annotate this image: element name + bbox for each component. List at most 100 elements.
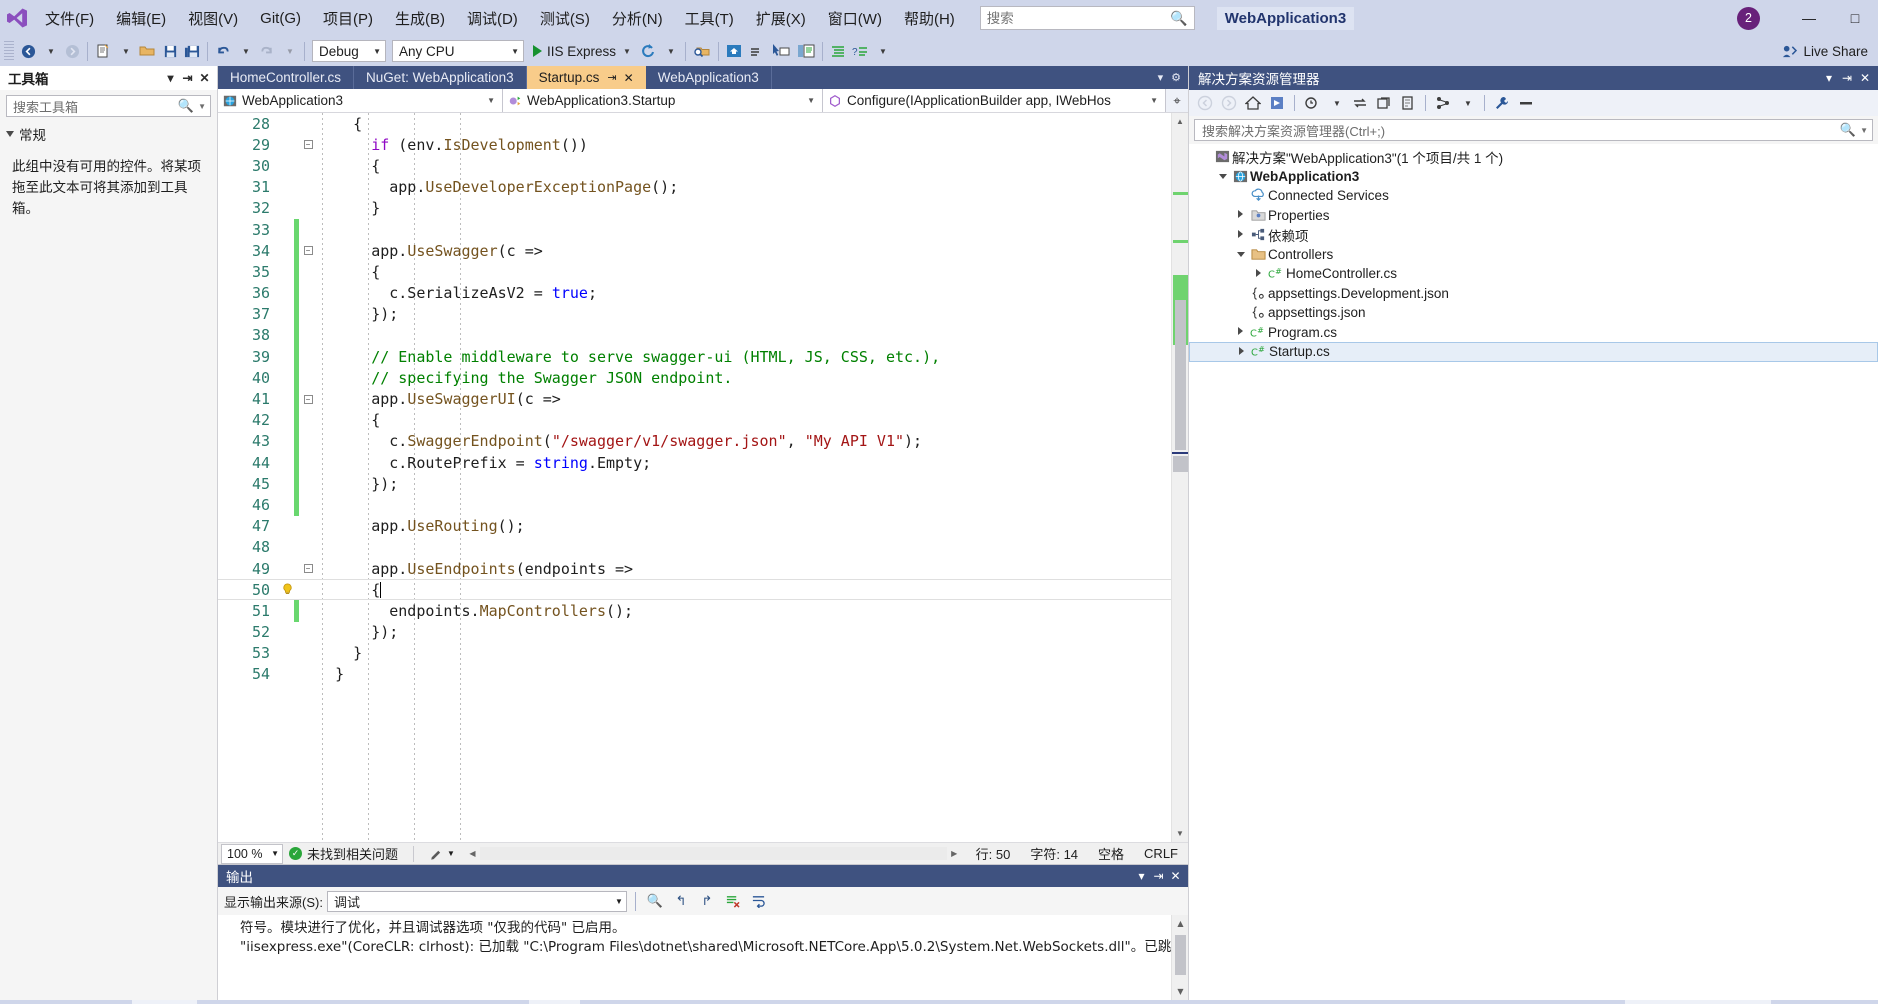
indent-list-icon[interactable] [827, 39, 849, 63]
code-line[interactable]: 38 [218, 324, 1171, 347]
code-text[interactable]: { [317, 115, 362, 133]
editor-tab-webapplication3[interactable]: WebApplication3 [645, 66, 772, 89]
fold-toggle-icon[interactable]: − [299, 394, 317, 404]
toolbox-dropdown-icon[interactable]: ▾ [162, 71, 179, 85]
code-text[interactable]: { [317, 411, 380, 429]
menu-git[interactable]: Git(G) [249, 7, 312, 30]
chevron-collapsed-icon[interactable] [1233, 210, 1248, 220]
se-collapse-all-icon[interactable] [1373, 92, 1395, 114]
scroll-right-icon[interactable]: ▶ [947, 849, 962, 858]
output-prev-icon[interactable]: ↰ [670, 890, 692, 912]
solution-explorer-close-icon[interactable]: ✕ [1856, 71, 1874, 85]
lightbulb-icon[interactable] [280, 583, 294, 597]
code-text[interactable]: // Enable middleware to serve swagger-ui… [317, 348, 940, 366]
code-text[interactable]: }); [317, 475, 398, 493]
code-text[interactable]: if (env.IsDevelopment()) [317, 136, 588, 154]
navigate-back-icon[interactable] [17, 39, 39, 63]
output-source-combo[interactable]: 调试 ▼ [326, 890, 627, 912]
code-text[interactable]: app.UseEndpoints(endpoints => [317, 560, 633, 578]
hot-reload-dropdown-icon[interactable]: ▼ [659, 39, 681, 63]
output-dropdown-icon[interactable]: ▾ [1133, 869, 1150, 883]
new-item-icon[interactable] [92, 39, 114, 63]
se-view-switch-icon[interactable] [1432, 92, 1454, 114]
layout-window-icon[interactable] [794, 39, 818, 63]
output-wordwrap-icon[interactable] [748, 890, 770, 912]
chevron-collapsed-icon[interactable] [1234, 346, 1249, 357]
se-sync-icon[interactable] [1349, 92, 1371, 114]
scroll-up-icon[interactable]: ▲ [1172, 915, 1188, 932]
bottom-tab-github[interactable]: GitHub [1508, 1000, 1574, 1004]
code-text[interactable]: app.UseRouting(); [317, 517, 525, 535]
scrollbar-track[interactable] [1171, 130, 1188, 825]
se-view-dropdown-icon[interactable]: ▼ [1456, 92, 1478, 114]
code-text[interactable]: app.UseSwagger(c => [317, 242, 543, 260]
solution-tree-item[interactable]: WebApplication3 [1189, 167, 1878, 187]
toolbar-grip[interactable] [4, 41, 14, 61]
code-text[interactable]: app.UseDeveloperExceptionPage(); [317, 178, 678, 196]
menu-file[interactable]: 文件(F) [34, 5, 105, 32]
save-all-icon[interactable] [181, 39, 203, 63]
code-line[interactable]: 53 } [218, 643, 1171, 664]
menu-extensions[interactable]: 扩展(X) [745, 5, 817, 32]
code-text[interactable]: } [317, 199, 380, 217]
search-input[interactable] [986, 10, 1171, 26]
menu-bar[interactable]: 文件(F) 编辑(E) 视图(V) Git(G) 项目(P) 生成(B) 调试(… [34, 0, 966, 36]
code-line[interactable]: 37 }); [218, 303, 1171, 325]
chevron-expanded-icon[interactable] [1215, 171, 1230, 181]
menu-window[interactable]: 窗口(W) [817, 5, 893, 32]
save-icon[interactable] [159, 39, 181, 63]
code-text[interactable]: c.RoutePrefix = string.Empty; [317, 454, 651, 472]
bottom-tab-toolbox[interactable]: 工具箱 [132, 1000, 197, 1004]
code-line[interactable]: 34 − app.UseSwagger(c => [218, 240, 1171, 262]
code-line[interactable]: 45 }); [218, 473, 1171, 495]
solution-tree-item[interactable]: 依赖项 [1189, 225, 1878, 245]
chevron-down-icon[interactable]: ▼ [1856, 126, 1868, 135]
se-pending-icon[interactable] [1301, 92, 1323, 114]
bottom-tab-properties[interactable]: 属性 [1574, 1000, 1625, 1004]
live-share-button[interactable]: Live Share [1782, 44, 1868, 59]
tabstrip-settings-icon[interactable]: ⚙ [1171, 71, 1181, 84]
open-file-icon[interactable] [136, 39, 159, 63]
code-text[interactable]: }); [317, 305, 398, 323]
undo-icon[interactable] [212, 39, 234, 63]
toolbox-close-icon[interactable]: ✕ [196, 71, 213, 85]
redo-dropdown-icon[interactable]: ▼ [278, 39, 300, 63]
code-line[interactable]: 47 app.UseRouting(); [218, 516, 1171, 537]
code-line[interactable]: 44 c.RoutePrefix = string.Empty; [218, 452, 1171, 474]
code-text[interactable]: { [317, 581, 382, 599]
solution-platform-combo[interactable]: Any CPU ▼ [392, 40, 524, 62]
start-debug-button[interactable]: IIS Express ▼ [527, 39, 637, 63]
minimize-button[interactable]: — [1786, 0, 1832, 36]
code-line[interactable]: 46 [218, 494, 1171, 516]
home-window-icon[interactable] [723, 39, 746, 63]
code-line[interactable]: 35 { [218, 261, 1171, 283]
code-text[interactable]: c.SwaggerEndpoint("/swagger/v1/swagger.j… [317, 432, 922, 450]
code-text[interactable]: { [317, 157, 380, 175]
editor-tab-nuget[interactable]: NuGet: WebApplication3 [354, 66, 527, 89]
code-viewport[interactable]: 28 {29− if (env.IsDevelopment()) 30 {31 a… [218, 113, 1171, 842]
code-text[interactable]: app.UseSwaggerUI(c => [317, 390, 561, 408]
code-text[interactable]: }); [317, 623, 398, 641]
chevron-collapsed-icon[interactable] [1251, 268, 1266, 279]
redo-icon[interactable] [256, 39, 278, 63]
code-text[interactable]: } [317, 665, 344, 683]
menu-analyze[interactable]: 分析(N) [601, 5, 674, 32]
solution-tree-item[interactable]: C # HomeController.cs [1189, 264, 1878, 284]
scrollbar-thumb[interactable] [1175, 935, 1186, 975]
solution-explorer-tree[interactable]: 解决方案"WebApplication3"(1 个项目/共 1 个) WebApp… [1189, 144, 1878, 1000]
navbar-member-combo[interactable]: Configure(IApplicationBuilder app, IWebH… [823, 89, 1166, 112]
code-line[interactable]: 36 c.SerializeAsV2 = true; [218, 282, 1171, 304]
bottom-tab-web-publish-activity[interactable]: Web 发布活动 [420, 1000, 529, 1004]
code-line[interactable]: 52 }); [218, 622, 1171, 643]
scroll-down-icon[interactable]: ▼ [1172, 825, 1189, 842]
bottom-tab-solution-explorer[interactable]: 解决方案资源管理器 [1625, 1000, 1771, 1004]
solution-explorer-dropdown-icon[interactable]: ▾ [1820, 71, 1838, 85]
hscroll-track[interactable] [479, 847, 947, 860]
toolbox-search-box[interactable]: 搜索工具箱 🔍 ▼ [6, 95, 211, 117]
solution-tree-item[interactable]: Properties [1189, 206, 1878, 226]
code-line[interactable]: 43 c.SwaggerEndpoint("/swagger/v1/swagge… [218, 430, 1171, 452]
code-line[interactable]: 39 // Enable middleware to serve swagger… [218, 346, 1171, 368]
scrollbar-thumb[interactable] [1174, 300, 1186, 450]
se-back-icon[interactable] [1194, 92, 1216, 114]
solution-tree-item[interactable]: C # Startup.cs [1189, 342, 1878, 362]
